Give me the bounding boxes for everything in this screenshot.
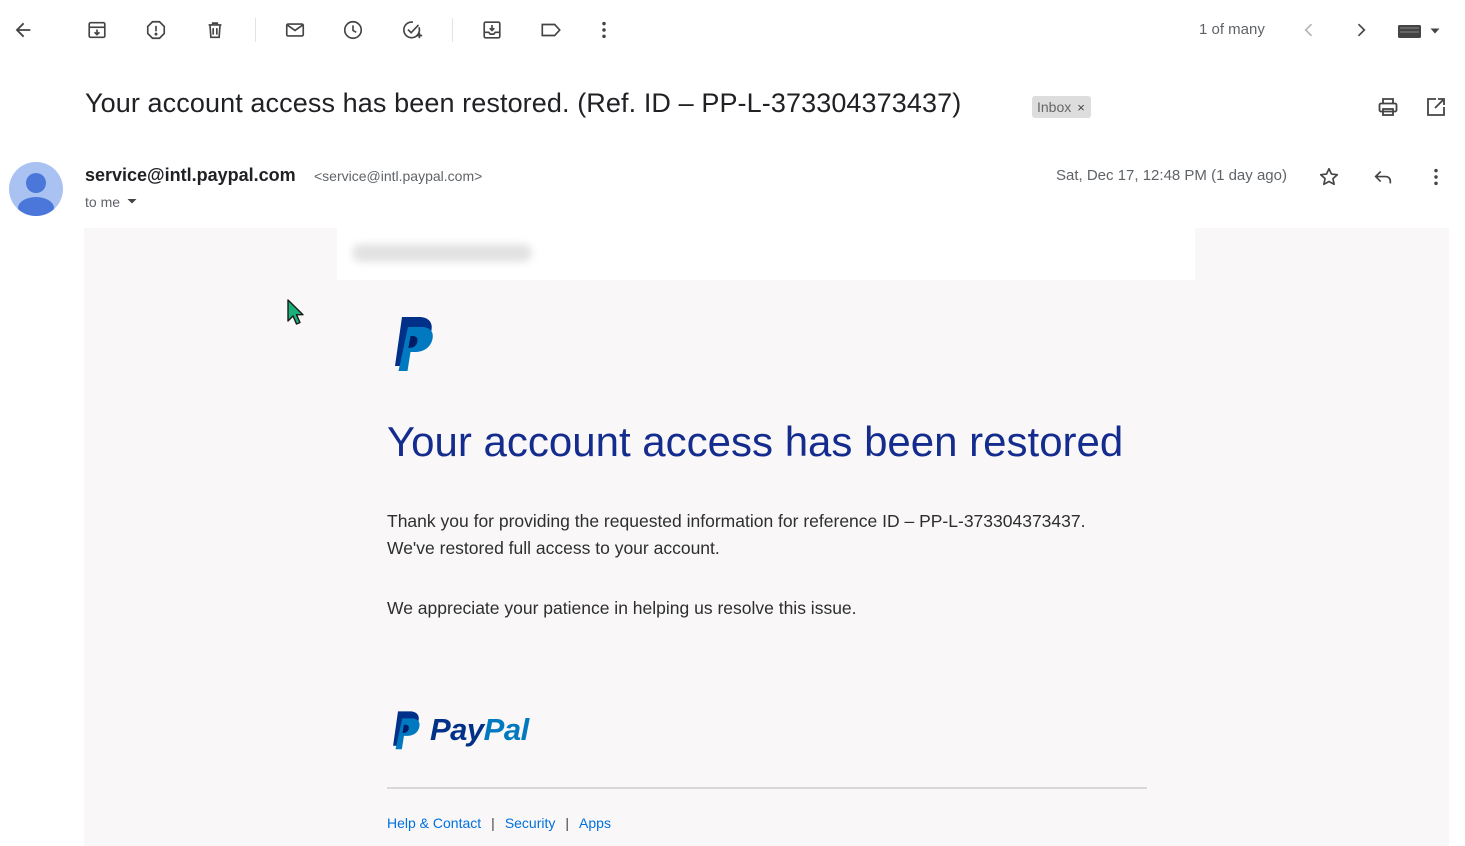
print-icon[interactable] (1376, 95, 1400, 119)
pager-text: 1 of many (1199, 21, 1265, 38)
footer-divider (387, 787, 1147, 789)
wordmark-pal: Pal (483, 712, 530, 747)
delete-icon[interactable] (204, 19, 226, 41)
email-headline: Your account access has been restored (387, 418, 1124, 465)
caret-down-icon (126, 194, 138, 210)
footer-links: Help & Contact | Security | Apps (387, 815, 611, 831)
mark-unread-icon[interactable] (284, 19, 306, 41)
mouse-cursor-icon (286, 298, 306, 326)
wordmark-pay: Pay (430, 712, 484, 747)
body-paragraph-2: We appreciate your patience in helping u… (387, 598, 857, 618)
recipient-details-toggle[interactable]: to me (85, 194, 138, 210)
report-spam-icon[interactable] (145, 19, 167, 41)
archive-icon[interactable] (86, 19, 108, 41)
sender-name[interactable]: service@intl.paypal.com (85, 165, 296, 186)
remove-label-button[interactable]: × (1077, 100, 1085, 115)
security-link[interactable]: Security (505, 815, 556, 831)
email-subject: Your account access has been restored. (… (85, 88, 962, 118)
paypal-wordmark: PayPal (430, 712, 529, 748)
reply-icon[interactable] (1372, 166, 1394, 188)
add-to-tasks-icon[interactable] (401, 19, 425, 41)
keyboard-dropdown-icon[interactable] (1428, 24, 1442, 38)
message-more-icon[interactable] (1425, 166, 1447, 188)
chevron-left-icon[interactable] (1299, 20, 1319, 40)
open-in-new-window-icon[interactable] (1424, 95, 1448, 119)
keyboard-icon[interactable] (1397, 22, 1423, 40)
move-to-icon[interactable] (481, 19, 503, 41)
message-date: Sat, Dec 17, 12:48 PM (1 day ago) (1056, 167, 1287, 184)
more-options-icon[interactable] (593, 19, 615, 41)
toolbar-divider (255, 18, 256, 42)
paypal-footer-mark (388, 710, 422, 752)
recipient-text: to me (85, 194, 121, 210)
body-paragraph-line-2: We've restored full access to your accou… (387, 538, 720, 558)
footer-separator: | (565, 815, 570, 831)
snooze-clock-icon[interactable] (342, 19, 364, 41)
help-contact-link[interactable]: Help & Contact (387, 815, 481, 831)
inbox-label-text: Inbox (1037, 99, 1072, 115)
sender-avatar (9, 162, 63, 216)
blurred-preheader-text (352, 244, 532, 262)
label-icon[interactable] (539, 19, 563, 41)
paypal-logo-mark (388, 315, 436, 375)
body-paragraph-line-1: Thank you for providing the requested in… (387, 511, 1086, 531)
apps-link[interactable]: Apps (579, 815, 611, 831)
inbox-label-chip[interactable]: Inbox × (1032, 96, 1091, 118)
sender-email: <service@intl.paypal.com> (314, 168, 483, 184)
footer-separator: | (491, 815, 495, 831)
chevron-right-icon[interactable] (1351, 20, 1371, 40)
star-icon[interactable] (1318, 166, 1340, 188)
toolbar-divider (452, 18, 453, 42)
back-arrow-icon[interactable] (12, 19, 34, 41)
